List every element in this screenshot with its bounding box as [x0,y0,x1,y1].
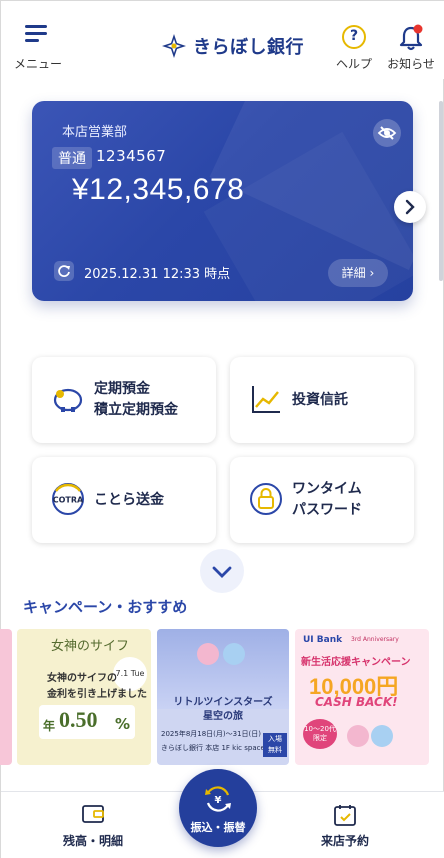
badge-text: 無料 [268,746,282,754]
balance-timestamp: 2025.12.31 12:33 時点 [84,267,231,282]
hamburger-icon [25,25,47,43]
help-label: ヘルプ [335,57,372,71]
wallet-icon [82,805,104,823]
campaign-banner-little-twin-stars[interactable]: リトルツインスターズ 星空の旅 2025年8月18日(月)〜31日(日) きらぼ… [157,629,289,765]
brand-name: きらぼし銀行 [193,37,304,58]
campaign-banner-ui-bank[interactable]: UI Bank 3rd Anniversary 新生活応援キャンペーン 10,0… [295,629,429,765]
branch-name: 本店営業部 [62,125,128,140]
banner-text: 年 [43,719,56,733]
campaign-section-title: キャンペーン・おすすめ [23,598,188,616]
eye-off-icon [377,126,397,140]
detail-label: 詳細 [341,266,366,280]
banner-subtitle: 星空の旅 [203,711,243,722]
banner-rate: 0.50 [59,707,98,732]
brand-logo: きらぼし銀行 [161,31,304,61]
lock-icon [250,483,282,515]
svg-text:COTRA: COTRA [53,496,84,505]
nav-label: 来店予約 [320,834,369,848]
menu-label: メニュー [13,57,62,71]
piggy-bank-icon [53,388,83,412]
calendar-check-icon [334,805,356,826]
banner-brand: UI Bank [303,635,343,645]
campaign-banner-partial[interactable] [0,629,12,765]
badge-text: 10〜20代 [304,725,336,733]
banner-title: 新生活応援キャンペーン [301,657,411,668]
chevron-right-icon: › [369,266,375,280]
tile-cotra-transfer[interactable]: COTRA ことら送金 [32,457,216,543]
nav-label: 残高・明細 [62,834,123,848]
kiraboshi-star-icon [162,34,186,58]
free-entry-badge: 入場 無料 [263,733,287,757]
tile-label: 投資信託 [292,391,348,408]
banner-venue: きらぼし銀行 本店 1F kic space [161,744,265,752]
nav-balance-statement[interactable]: 残高・明細 [33,792,153,858]
banner-title: リトルツインスターズ [173,697,273,708]
chevron-down-icon [212,566,232,578]
account-number: 1234567 [96,147,167,165]
tile-label: 定期預金 積立定期預金 [94,381,178,418]
bell-icon [399,24,423,51]
banner-text: 女神のサイフの [47,673,117,684]
app-screen: メニュー きらぼし銀行 ? ヘルプ お知らせ 本店営業部 普通 1234567 … [0,0,444,858]
menu-button[interactable]: メニュー [11,23,65,73]
banner-text: % [115,715,131,733]
help-icon: ? [342,25,366,49]
banner-date: 2025年8月18日(月)〜31日(日) [161,730,262,738]
chevron-right-icon [405,199,415,215]
transfer-yen-icon: ¥ [205,786,231,812]
refresh-icon[interactable] [54,261,74,281]
chart-line-icon [252,386,280,413]
campaign-banner-megami[interactable]: 女神のサイフ 7.1 Tue 女神のサイフの 金利を引き上げました 年 0.50… [17,629,151,765]
badge-text: 入場 [268,735,282,743]
app-header: メニュー きらぼし銀行 ? ヘルプ お知らせ [1,1,444,79]
account-type: 普通 [52,147,92,169]
tile-label: ことら送金 [94,491,164,508]
tile-one-time-password[interactable]: ワンタイム パスワード [230,457,414,543]
notice-label: お知らせ [387,57,435,71]
help-button[interactable]: ? ヘルプ [331,23,377,73]
transfer-label: 振込・振替 [190,821,246,834]
account-balance: ¥12,345,678 [72,173,245,206]
detail-button[interactable]: 詳細 › [328,259,388,287]
age-badge: 10〜20代 限定 [303,719,337,749]
notice-button[interactable]: お知らせ [383,23,439,73]
next-account-button[interactable] [394,191,426,223]
banner-text: 金利を引き上げました [47,689,147,700]
svg-text:¥: ¥ [215,795,222,806]
tile-label: ワンタイム パスワード [292,481,362,518]
transfer-button[interactable]: ¥ 振込・振替 [179,769,257,847]
cotra-icon: COTRA [52,483,84,515]
scrollbar[interactable] [439,101,443,281]
banner-title: 女神のサイフ [51,639,130,654]
tile-time-deposit[interactable]: 定期預金 積立定期預金 [32,357,216,443]
account-card[interactable]: 本店営業部 普通 1234567 ¥12,345,678 2025.12.31 … [32,101,413,301]
hide-balance-button[interactable] [373,119,401,147]
badge-text: 限定 [313,734,327,742]
nav-visit-reservation[interactable]: 来店予約 [285,792,405,858]
tile-investment-trust[interactable]: 投資信託 [230,357,414,443]
banner-text: 3rd Anniversary [351,636,399,643]
expand-tiles-button[interactable] [200,549,244,593]
banner-text: CASH BACK! [315,695,398,709]
